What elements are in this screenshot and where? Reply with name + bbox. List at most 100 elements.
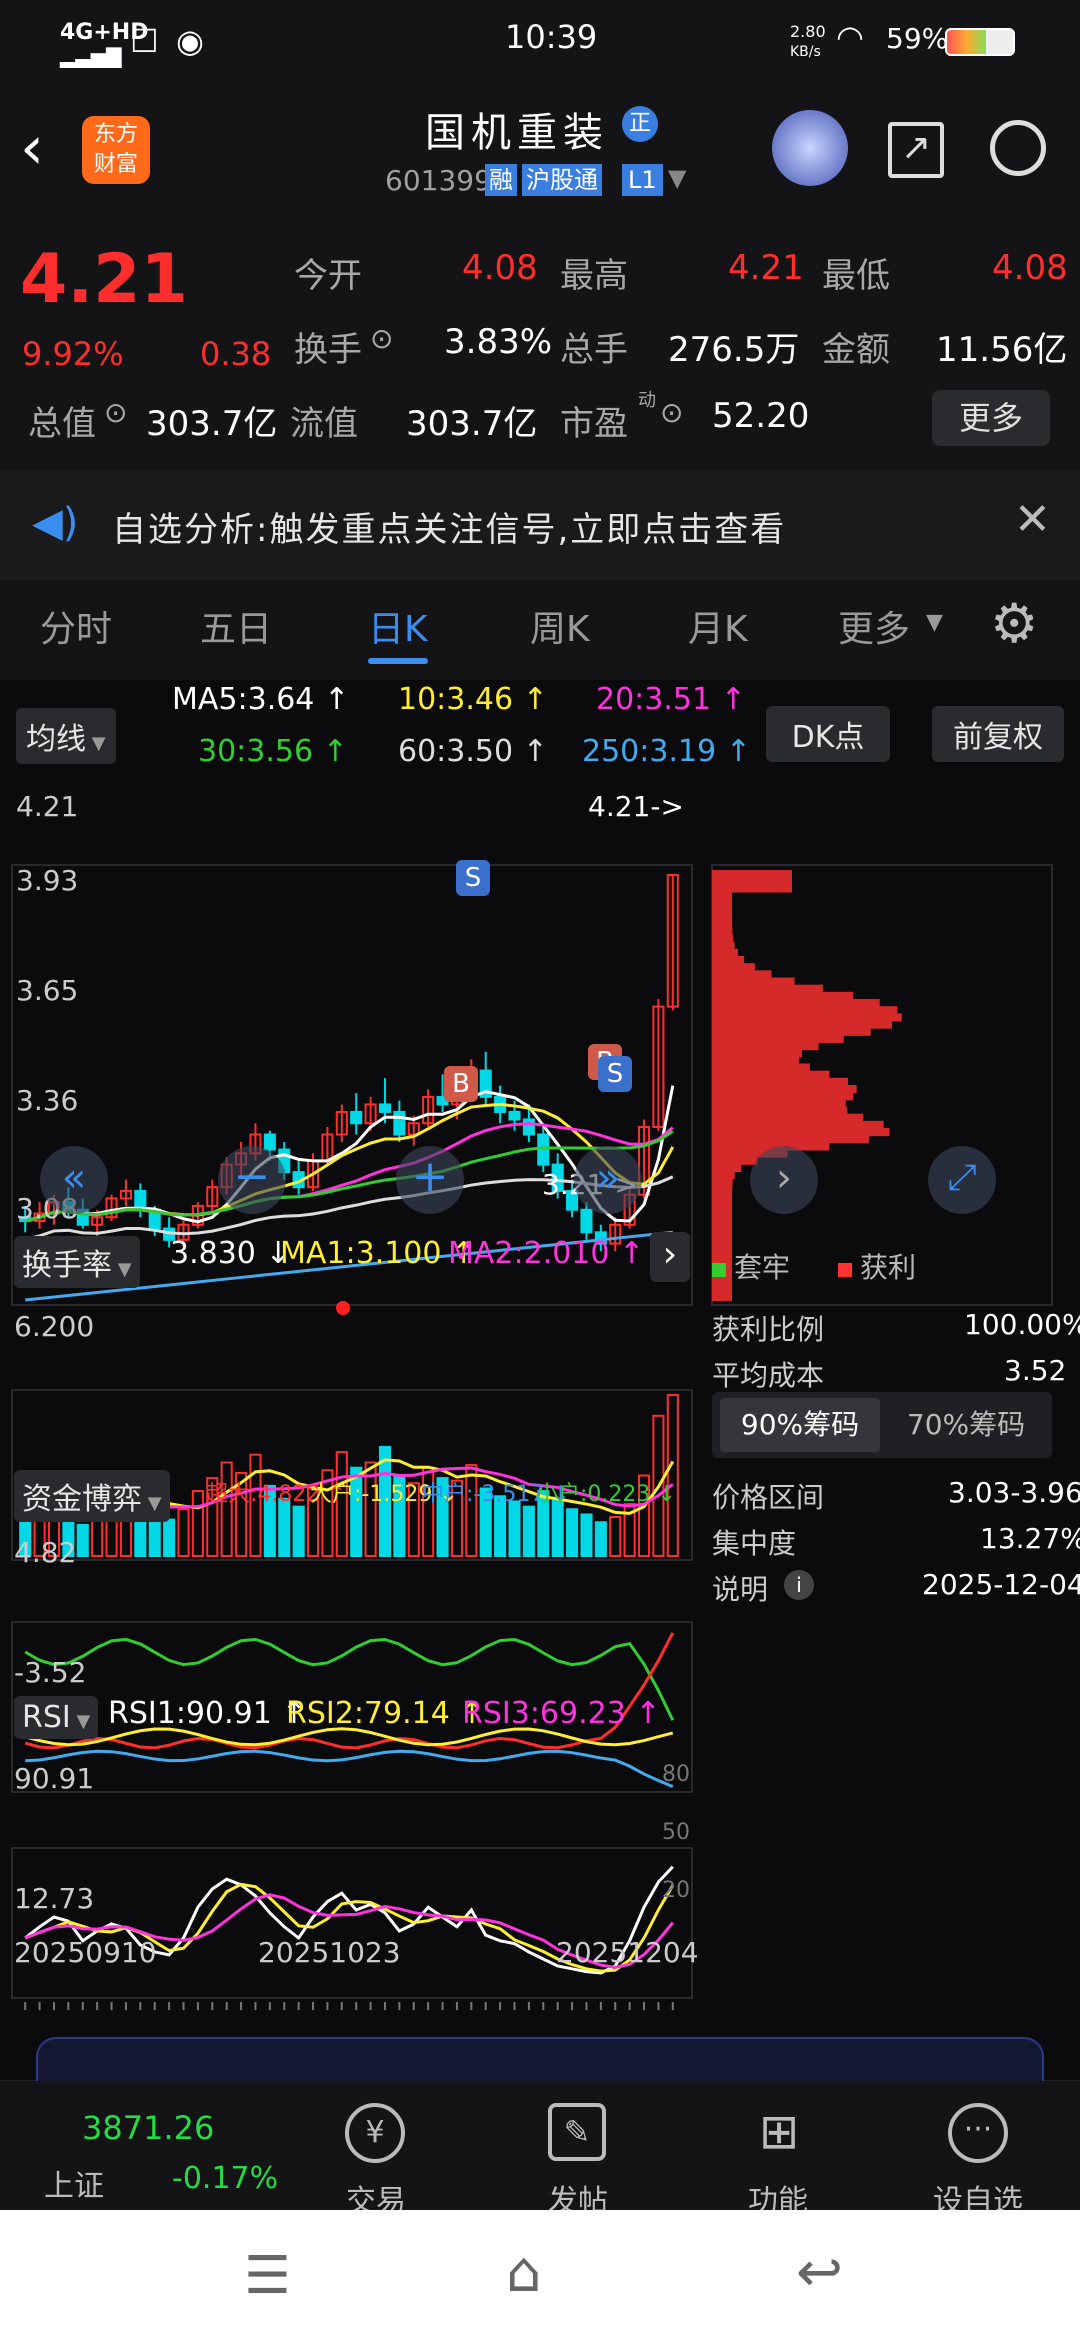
chip-bar bbox=[712, 913, 733, 922]
tab-weekly-k[interactable]: 周K bbox=[530, 600, 590, 652]
turnover-bar bbox=[609, 1516, 622, 1558]
watchlist-icon[interactable]: ··· bbox=[948, 2103, 1008, 2163]
turnover-bar bbox=[580, 1513, 593, 1557]
market-cap-value: 303.7亿 bbox=[146, 404, 278, 444]
info-icon[interactable]: i bbox=[784, 1570, 814, 1600]
menu-icon[interactable]: ☰ bbox=[244, 2246, 291, 2306]
chevron-down-icon[interactable]: ▼ bbox=[926, 610, 943, 635]
fund-selector[interactable]: 资金博弈 ▼ bbox=[14, 1470, 170, 1522]
chip-bar bbox=[712, 1171, 735, 1180]
chip-tab-70[interactable]: 70%筹码 bbox=[886, 1398, 1046, 1452]
adjust-button[interactable]: 前复权 bbox=[932, 706, 1064, 762]
chip-bar bbox=[712, 891, 733, 900]
turnover-ma2-arrow: ↑ bbox=[619, 1236, 645, 1271]
back-icon[interactable]: ↩ bbox=[796, 2240, 843, 2305]
zoom-in-button[interactable]: + bbox=[396, 1146, 464, 1214]
price-range-value: 3.03-3.96 bbox=[948, 1476, 1080, 1509]
trade-icon[interactable]: ¥ bbox=[345, 2103, 405, 2163]
buy-signal-badge[interactable]: B bbox=[444, 1066, 478, 1102]
chip-bar bbox=[712, 870, 792, 879]
chip-bar bbox=[712, 905, 733, 914]
chip-bar bbox=[712, 934, 734, 943]
chip-bar bbox=[712, 1235, 732, 1244]
fund-line bbox=[25, 1749, 674, 1788]
logo-top: 东方 bbox=[93, 122, 138, 147]
chevron-down-icon[interactable]: ▼ bbox=[668, 164, 686, 192]
loss-legend-swatch bbox=[712, 1263, 726, 1277]
scroll-left-button[interactable]: « bbox=[40, 1146, 108, 1214]
volume-label: 总手 bbox=[560, 330, 628, 370]
chevron-down-icon: ▼ bbox=[70, 1711, 91, 1732]
battery-percent: 59% bbox=[886, 22, 949, 55]
weibo-icon: ◉ bbox=[176, 22, 204, 60]
stock-name: 国机重装 bbox=[425, 110, 609, 156]
ma30-arrow: ↑ bbox=[322, 734, 348, 769]
ma10-label: 10:3.46 ↑ bbox=[398, 682, 548, 717]
chip-bar bbox=[712, 1206, 733, 1215]
share-icon[interactable]: ↗ bbox=[888, 122, 944, 178]
info-icon[interactable]: ⊙ bbox=[370, 322, 393, 355]
ma250-arrow: ↑ bbox=[725, 734, 751, 769]
rsi1-label: RSI1:90.91 ↑ bbox=[108, 1696, 307, 1731]
sell-signal-badge[interactable]: S bbox=[456, 860, 490, 896]
ma-selector[interactable]: 均线 ▼ bbox=[16, 708, 116, 764]
tab-active-underline bbox=[368, 658, 428, 664]
tab-more[interactable]: 更多 bbox=[838, 600, 910, 652]
info-icon[interactable]: ⊙ bbox=[104, 396, 127, 429]
rsi-right-tick: 20 bbox=[662, 1878, 690, 1903]
sell-signal-badge[interactable]: S bbox=[598, 1056, 632, 1092]
back-button[interactable]: ‹ bbox=[20, 118, 70, 180]
chevron-down-icon: ▼ bbox=[142, 1493, 162, 1514]
more-button[interactable]: 更多 bbox=[932, 390, 1050, 446]
chip-tab-90[interactable]: 90%筹码 bbox=[720, 1398, 880, 1452]
function-icon[interactable]: ⊞ bbox=[750, 2103, 808, 2161]
search-icon[interactable] bbox=[990, 120, 1046, 176]
rsi-selector[interactable]: RSI ▼ bbox=[14, 1696, 99, 1739]
x-axis-label: 20250910 bbox=[14, 1936, 157, 1969]
fund-mid-value: 中户:-3.517 bbox=[422, 1482, 545, 1507]
ma250-label: 250:3.19 ↑ bbox=[582, 734, 751, 769]
ma5-value: MA5:3.64 bbox=[172, 682, 315, 717]
expand-icon[interactable]: ⤢ bbox=[928, 1146, 996, 1214]
bottom-nav: 3871.26 上证 -0.17% ¥ 交易 ✎ 发帖 ⊞ 功能 ··· 设自选 bbox=[0, 2037, 1080, 2219]
chip-bar bbox=[712, 1085, 857, 1094]
chip-bar bbox=[712, 963, 755, 972]
close-icon[interactable]: ✕ bbox=[1014, 494, 1051, 545]
chip-bar bbox=[712, 884, 793, 893]
chip-bar bbox=[712, 977, 795, 986]
home-icon[interactable]: ⌂ bbox=[506, 2240, 542, 2305]
turnover-selector[interactable]: 换手率 ▼ bbox=[14, 1236, 140, 1288]
volume-value: 276.5万 bbox=[668, 330, 800, 370]
chip-bar bbox=[712, 1042, 819, 1051]
chip-bar bbox=[712, 1163, 742, 1172]
chip-bar bbox=[712, 941, 735, 950]
chip-bar bbox=[712, 1178, 733, 1187]
scroll-right-button[interactable]: » bbox=[574, 1146, 642, 1214]
gear-icon[interactable]: ⚙ bbox=[990, 592, 1038, 655]
kline-y-label: 3.93 bbox=[16, 864, 79, 897]
tab-monthly-k[interactable]: 月K bbox=[688, 600, 748, 652]
candle-body bbox=[263, 1133, 276, 1151]
indicator-next-button[interactable]: › bbox=[650, 1232, 690, 1282]
chip-next-button[interactable]: › bbox=[750, 1146, 818, 1214]
candle-body bbox=[350, 1110, 363, 1125]
zoom-out-button[interactable]: − bbox=[218, 1146, 286, 1214]
dk-point-button[interactable]: DK点 bbox=[766, 706, 890, 762]
rsi3-label: RSI3:69.23 ↑ bbox=[462, 1696, 661, 1731]
index-widget[interactable]: 3871.26 上证 -0.17% bbox=[0, 2081, 280, 2211]
turnover-y-max: 6.200 bbox=[14, 1310, 95, 1343]
change-percent: 9.92% bbox=[22, 335, 124, 373]
ma10-arrow: ↑ bbox=[522, 682, 548, 717]
info-icon[interactable]: ⊙ bbox=[660, 396, 683, 429]
post-icon[interactable]: ✎ bbox=[548, 2103, 606, 2161]
tab-daily-k[interactable]: 日K bbox=[368, 600, 428, 652]
ad-banner-edge bbox=[36, 2037, 1044, 2081]
tab-five-day[interactable]: 五日 bbox=[200, 600, 272, 652]
robot-assistant-icon[interactable] bbox=[772, 110, 848, 186]
note-value: 2025-12-04 bbox=[922, 1568, 1080, 1601]
tab-minute[interactable]: 分时 bbox=[40, 600, 112, 652]
turnover-bar bbox=[163, 1518, 176, 1557]
notice-bar[interactable]: ◀) 自选分析:触发重点关注信号,立即点击查看 ✕ bbox=[0, 470, 1080, 580]
chip-bar bbox=[712, 898, 733, 907]
app-logo[interactable]: 东方 财富 bbox=[82, 116, 150, 184]
